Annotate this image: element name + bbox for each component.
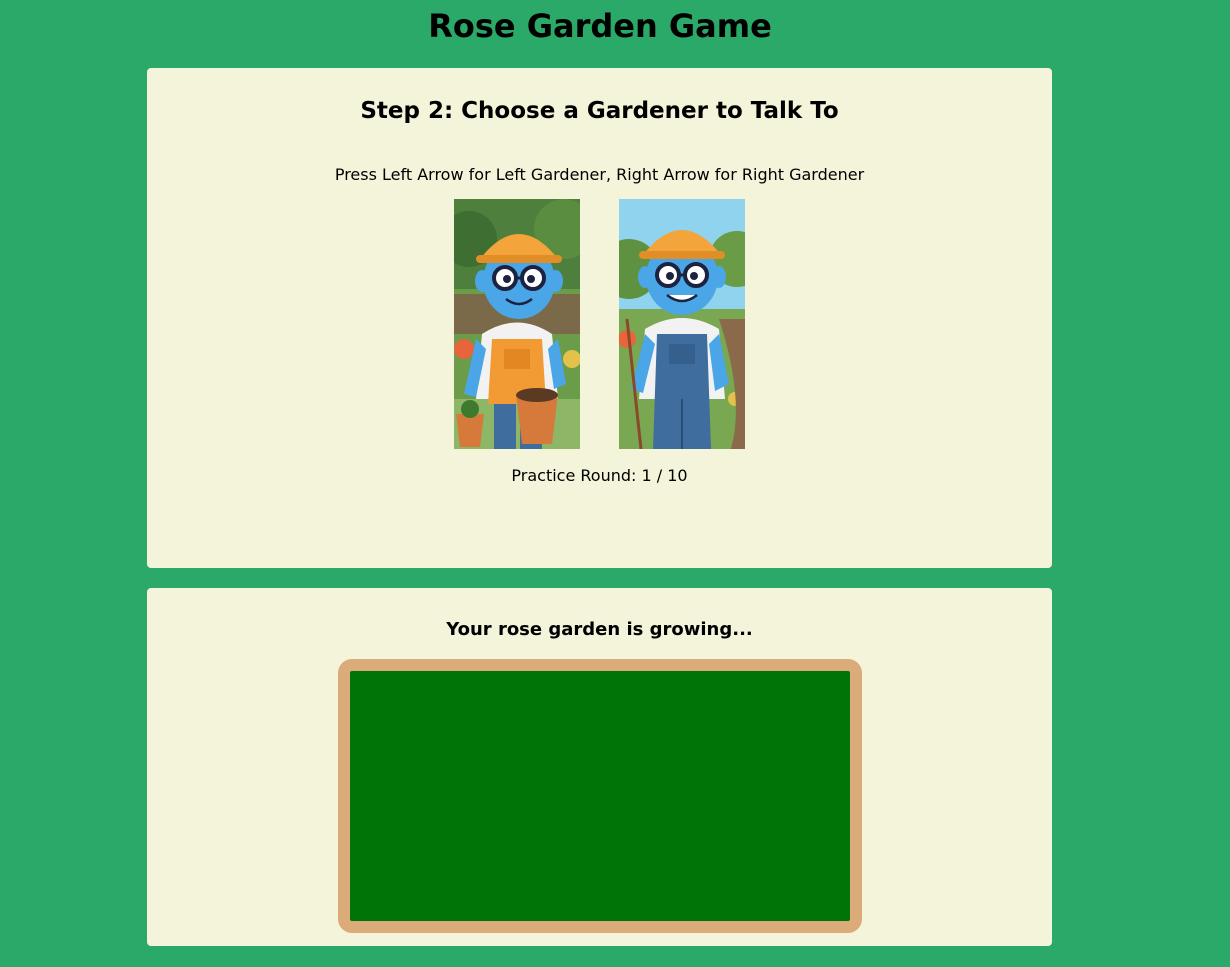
right-gardener-image[interactable] (619, 199, 745, 449)
garden-bed (338, 659, 862, 933)
practice-round-counter: Practice Round: 1 / 10 (511, 466, 688, 485)
garden-soil (350, 671, 850, 921)
step-title: Step 2: Choose a Gardener to Talk To (360, 98, 839, 124)
page-title: Rose Garden Game (428, 7, 772, 45)
garden-panel: Your rose garden is growing... (147, 588, 1052, 946)
instructions-text: Press Left Arrow for Left Gardener, Righ… (334, 165, 865, 184)
garden-status-text: Your rose garden is growing... (446, 619, 753, 640)
gardener-choice-panel: Step 2: Choose a Gardener to Talk To Pre… (147, 68, 1052, 568)
left-gardener-image[interactable] (454, 199, 580, 449)
